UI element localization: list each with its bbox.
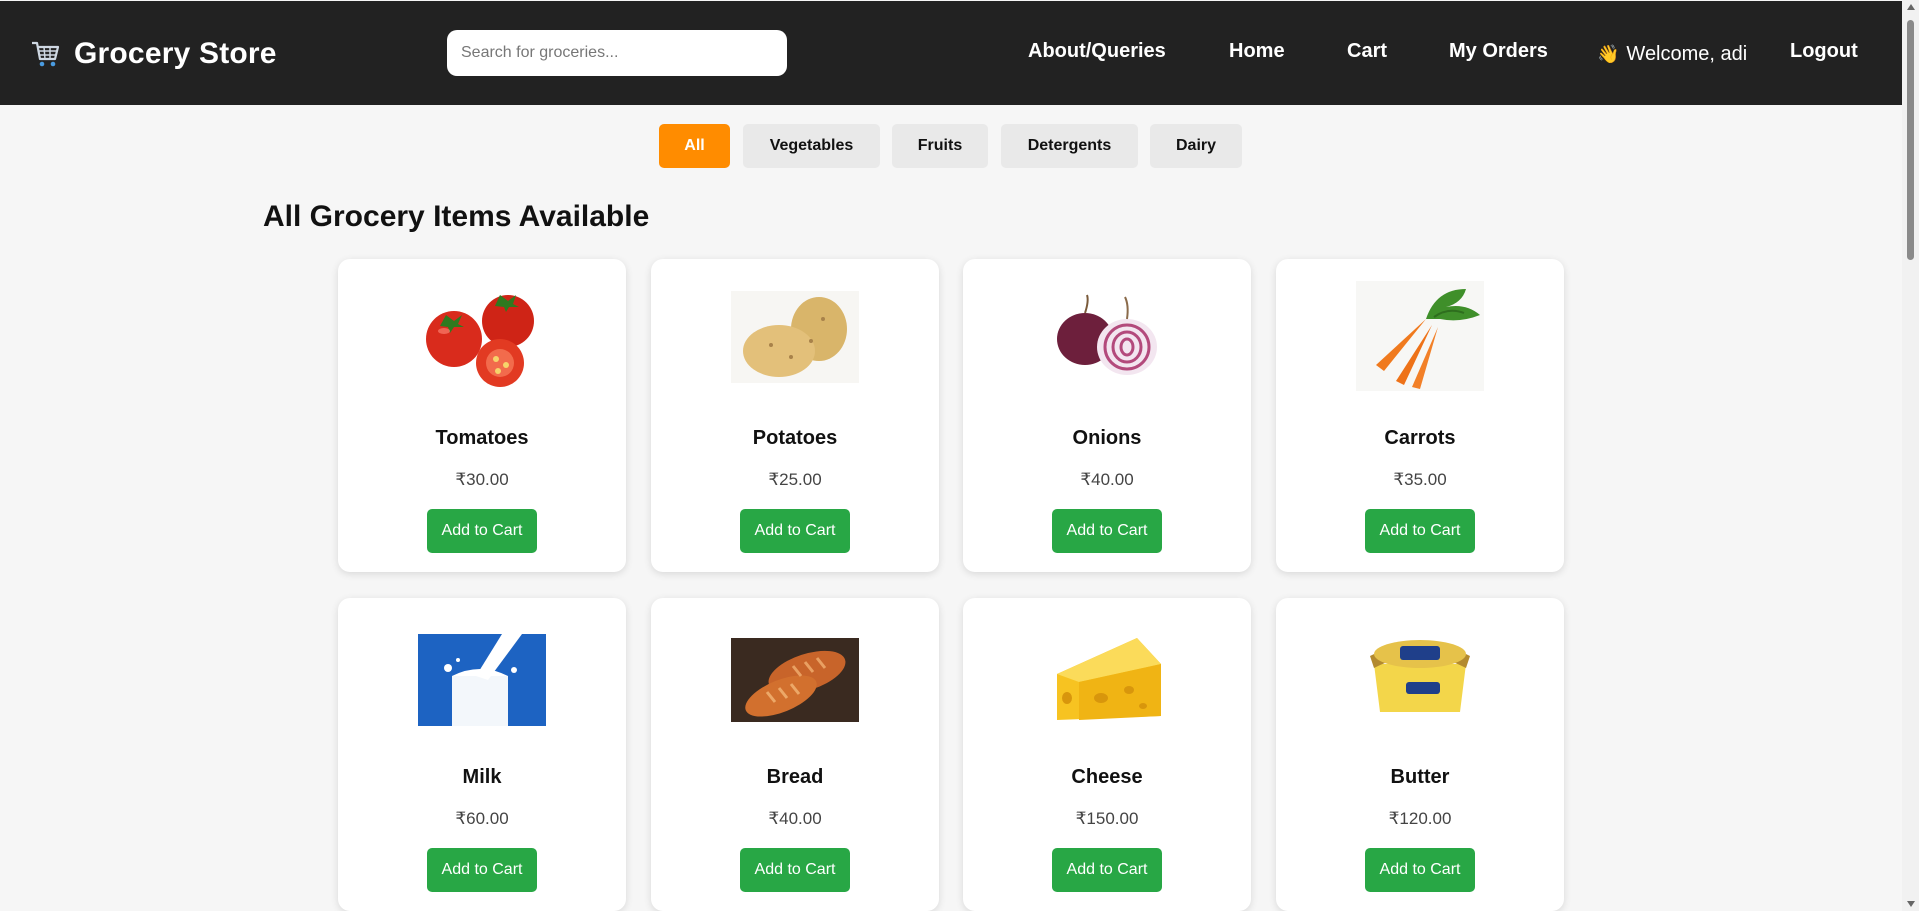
product-price: ₹60.00 xyxy=(455,809,509,828)
vertical-scrollbar[interactable] xyxy=(1902,0,1919,911)
brand[interactable]: Grocery Store xyxy=(30,37,277,71)
product-name: Carrots xyxy=(1384,427,1456,449)
product-card: Bread ₹40.00 Add to Cart xyxy=(651,598,939,911)
welcome-text: Welcome, adi xyxy=(1626,43,1748,65)
product-name: Milk xyxy=(462,766,502,788)
page: Grocery Store About/Queries Home Cart My… xyxy=(0,0,1902,911)
product-card: Cheese ₹150.00 Add to Cart xyxy=(963,598,1251,911)
carrots-image xyxy=(1356,281,1484,391)
scroll-down-arrow-icon[interactable] xyxy=(1907,901,1915,907)
add-to-cart-button[interactable]: Add to Cart xyxy=(1052,509,1162,553)
product-card: Onions ₹40.00 Add to Cart xyxy=(963,259,1251,572)
nav-link-cart[interactable]: Cart xyxy=(1347,40,1387,63)
nav-link-my-orders[interactable]: My Orders xyxy=(1449,40,1548,63)
product-name: Butter xyxy=(1390,766,1450,788)
nav-link-logout[interactable]: Logout xyxy=(1790,40,1858,63)
waving-hand-icon: 👋 xyxy=(1597,44,1620,64)
nav-link-about-queries[interactable]: About/Queries xyxy=(1028,40,1166,63)
product-card: Carrots ₹35.00 Add to Cart xyxy=(1276,259,1564,572)
filter-dairy-button[interactable]: Dairy xyxy=(1150,124,1242,168)
product-price: ₹120.00 xyxy=(1388,809,1452,828)
potatoes-image xyxy=(731,291,859,383)
brand-title: Grocery Store xyxy=(74,37,277,70)
product-price: ₹25.00 xyxy=(768,470,822,489)
product-name: Potatoes xyxy=(752,427,838,449)
add-to-cart-button[interactable]: Add to Cart xyxy=(740,848,850,892)
search-input[interactable] xyxy=(447,30,787,76)
product-name: Onions xyxy=(1072,427,1142,449)
add-to-cart-button[interactable]: Add to Cart xyxy=(740,509,850,553)
product-price: ₹30.00 xyxy=(455,470,509,489)
filter-fruits-button[interactable]: Fruits xyxy=(892,124,988,168)
product-card: Potatoes ₹25.00 Add to Cart xyxy=(651,259,939,572)
product-card: Tomatoes ₹30.00 Add to Cart xyxy=(338,259,626,572)
product-name: Cheese xyxy=(1071,766,1143,788)
add-to-cart-button[interactable]: Add to Cart xyxy=(427,848,537,892)
nav-link-home[interactable]: Home xyxy=(1229,40,1285,63)
bread-image xyxy=(731,638,859,722)
product-name: Tomatoes xyxy=(435,427,529,449)
butter-image xyxy=(1370,640,1470,712)
navbar: Grocery Store About/Queries Home Cart My… xyxy=(0,1,1902,105)
cheese-image xyxy=(1057,638,1161,720)
filter-detergents-button[interactable]: Detergents xyxy=(1001,124,1138,168)
add-to-cart-button[interactable]: Add to Cart xyxy=(1052,848,1162,892)
milk-image xyxy=(418,634,546,726)
onions-image xyxy=(1057,294,1157,375)
shopping-cart-icon xyxy=(32,41,60,67)
product-card: Milk ₹60.00 Add to Cart xyxy=(338,598,626,911)
product-name: Bread xyxy=(766,766,824,788)
product-price: ₹40.00 xyxy=(768,809,822,828)
welcome-message: 👋 Welcome, adi xyxy=(1597,43,1747,66)
product-price: ₹40.00 xyxy=(1080,470,1134,489)
section-title: All Grocery Items Available xyxy=(263,200,650,233)
scrollbar-thumb[interactable] xyxy=(1907,20,1914,260)
product-price: ₹35.00 xyxy=(1393,470,1447,489)
product-price: ₹150.00 xyxy=(1075,809,1139,828)
add-to-cart-button[interactable]: Add to Cart xyxy=(1365,848,1475,892)
filter-all-button[interactable]: All xyxy=(659,124,730,168)
tomatoes-image xyxy=(426,295,534,387)
filter-vegetables-button[interactable]: Vegetables xyxy=(743,124,880,168)
add-to-cart-button[interactable]: Add to Cart xyxy=(1365,509,1475,553)
product-card: Butter ₹120.00 Add to Cart xyxy=(1276,598,1564,911)
add-to-cart-button[interactable]: Add to Cart xyxy=(427,509,537,553)
scroll-up-arrow-icon[interactable] xyxy=(1907,4,1915,10)
